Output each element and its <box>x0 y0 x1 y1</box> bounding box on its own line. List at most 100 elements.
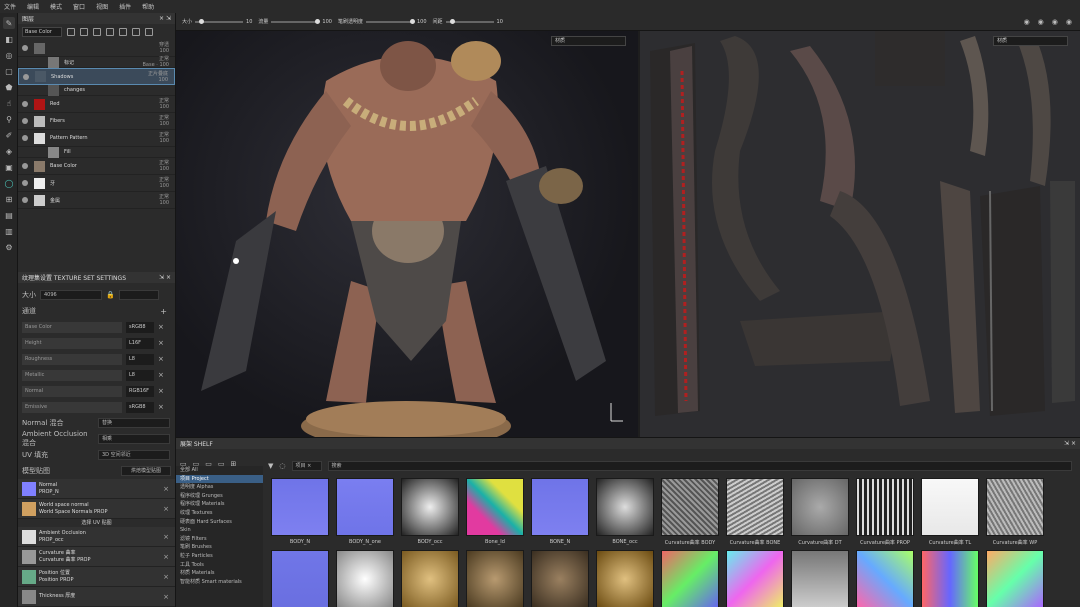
slider-value[interactable]: 10 <box>246 19 252 25</box>
viewport-2d-mode-dropdown[interactable]: 材质 <box>993 36 1068 46</box>
close-icon[interactable]: × ⇲ <box>159 15 171 22</box>
clone-icon[interactable]: ⚲ <box>3 113 15 125</box>
shelf-category[interactable]: 程序纹理 Grunges <box>176 492 263 501</box>
layer-opacity[interactable]: 100 <box>139 121 169 127</box>
remove-channel-icon[interactable]: × <box>158 323 164 331</box>
duplicate-layer-icon[interactable] <box>132 28 140 36</box>
slider-value[interactable]: 10 <box>497 19 503 25</box>
shelf-category[interactable]: 全部 All <box>176 466 263 475</box>
shelf-category[interactable]: 滤镜 Filters <box>176 535 263 544</box>
shelf-category[interactable]: 硬表面 Hard Surfaces <box>176 518 263 527</box>
layer-row[interactable]: Fibers 正常 100 <box>18 113 175 130</box>
close-icon[interactable]: ⇲ × <box>1064 440 1076 447</box>
layer-opacity[interactable]: 100 <box>139 166 169 172</box>
uv-view-icon[interactable]: ▤ <box>3 209 15 221</box>
shelf-category[interactable]: 智能材质 Smart materials <box>176 578 263 587</box>
shelf-resource[interactable] <box>856 550 914 607</box>
mesh-map-slot[interactable]: Curvature 曲率 Curvature 曲率 PROP × <box>18 547 175 567</box>
smudge-icon[interactable]: ☝ <box>3 97 15 109</box>
layout-icon[interactable]: ◉ <box>1066 18 1072 26</box>
filter-icon[interactable]: ▼ <box>268 462 273 470</box>
iray-icon[interactable]: ◯ <box>3 177 15 189</box>
bake-mesh-maps-button[interactable]: 烘焙模型贴图 <box>121 466 171 476</box>
shelf-resource[interactable] <box>466 550 524 607</box>
menu-item[interactable]: 窗口 <box>73 2 85 11</box>
slider-track[interactable] <box>445 18 494 24</box>
remove-channel-icon[interactable]: × <box>158 339 164 347</box>
clear-map-icon[interactable]: × <box>163 505 169 513</box>
shelf-resource[interactable]: Curvature曲率 DT <box>791 478 849 546</box>
shelf-resource[interactable] <box>271 550 329 607</box>
material-picker-icon[interactable]: ◈ <box>3 145 15 157</box>
channel-format-dropdown[interactable]: L8 <box>126 353 154 365</box>
tool-slider[interactable]: 间距 10 <box>433 18 503 25</box>
clear-map-icon[interactable]: × <box>163 553 169 561</box>
viewport-2d[interactable]: 材质 <box>640 31 1080 437</box>
mesh-map-slot[interactable]: Normal PROP_N × <box>18 479 175 499</box>
shelf-resource[interactable] <box>401 550 459 607</box>
shelf-resource[interactable] <box>531 550 589 607</box>
layer-row[interactable]: 穿透 100 <box>18 40 175 57</box>
uv-padding-dropdown[interactable]: 3D 空间邻近 <box>98 450 170 460</box>
channel-format-dropdown[interactable]: L8 <box>126 369 154 381</box>
layer-opacity[interactable]: 100 <box>139 183 169 189</box>
layer-row[interactable]: Pattern Pattern 正常 100 <box>18 130 175 147</box>
mesh-map-slot[interactable]: Thickness 厚度 × <box>18 587 175 607</box>
display-mode-icon[interactable]: ◉ <box>1052 18 1058 26</box>
clear-map-icon[interactable]: × <box>163 485 169 493</box>
ao-blend-dropdown[interactable]: 相乘 <box>98 434 170 444</box>
shelf-resource[interactable] <box>336 550 394 607</box>
shelf-resource[interactable]: Bone_Id <box>466 478 524 545</box>
layer-opacity[interactable]: 100 <box>139 138 169 144</box>
visibility-eye-icon[interactable] <box>22 135 28 141</box>
viewport-3d[interactable]: 材质 <box>176 31 638 437</box>
layer-effect-row[interactable]: changes <box>18 84 175 96</box>
shelf-category[interactable]: 材质 Materials <box>176 569 263 578</box>
shelf-resource[interactable] <box>921 550 979 607</box>
add-folder-icon[interactable] <box>93 28 101 36</box>
layer-row[interactable]: 金属 正常 100 <box>18 192 175 209</box>
layer-row[interactable]: 牙 正常 100 <box>18 175 175 192</box>
select-uv-map-button[interactable]: 选择 UV 贴图 <box>18 519 175 527</box>
size-dropdown[interactable]: 4096 <box>40 290 102 300</box>
display-settings-icon[interactable]: ⊞ <box>3 193 15 205</box>
visibility-eye-icon[interactable] <box>22 101 28 107</box>
tool-slider[interactable]: 流量 100 <box>258 18 332 25</box>
mesh-map-slot[interactable]: Position 位置 Position PROP × <box>18 567 175 587</box>
normal-blend-dropdown[interactable]: 替换 <box>98 418 170 428</box>
visibility-eye-icon[interactable] <box>22 45 28 51</box>
shelf-resource[interactable]: BODY_occ <box>401 478 459 545</box>
layer-opacity[interactable]: 100 <box>139 48 169 54</box>
add-channel-icon[interactable]: + <box>160 307 167 316</box>
menu-item[interactable]: 视图 <box>96 2 108 11</box>
shelf-resource[interactable]: BONE_occ <box>596 478 654 545</box>
visibility-eye-icon[interactable] <box>22 197 28 203</box>
clear-map-icon[interactable]: × <box>163 533 169 541</box>
remove-channel-icon[interactable]: × <box>158 387 164 395</box>
shelf-resource[interactable]: Curvature曲率 BODY <box>661 478 719 546</box>
shelf-category[interactable]: 笔刷 Brushes <box>176 543 263 552</box>
add-effect-icon[interactable] <box>67 28 75 36</box>
shelf-category[interactable]: Skin <box>176 526 263 535</box>
visibility-eye-icon[interactable] <box>22 118 28 124</box>
layer-effect-row[interactable]: Fill <box>18 146 175 158</box>
geometry-mask-icon[interactable]: ▢ <box>3 65 15 77</box>
shelf-category[interactable]: 程序纹理 Materials <box>176 500 263 509</box>
settings-icon[interactable]: ⚙ <box>3 241 15 253</box>
shelf-category[interactable]: 项目 Project <box>176 474 263 484</box>
tool-slider[interactable]: 大小 10 <box>182 18 252 25</box>
slider-handle[interactable] <box>409 18 415 24</box>
visibility-eye-icon[interactable] <box>23 73 29 80</box>
shelf-resource[interactable] <box>661 550 719 607</box>
color-picker-icon[interactable]: ✐ <box>3 129 15 141</box>
menu-item[interactable]: 插件 <box>119 2 131 11</box>
delete-layer-icon[interactable] <box>145 28 153 36</box>
channel-format-dropdown[interactable]: sRGB8 <box>126 401 154 413</box>
shelf-resource[interactable] <box>596 550 654 607</box>
layer-opacity[interactable]: 100 <box>138 77 168 83</box>
close-icon[interactable]: ⇲ × <box>159 274 171 281</box>
slider-handle[interactable] <box>315 18 321 24</box>
projection-icon[interactable]: ◎ <box>3 49 15 61</box>
mesh-map-slot[interactable]: World space normal World Space Normals PR… <box>18 499 175 519</box>
menu-item[interactable]: 编辑 <box>27 2 39 11</box>
